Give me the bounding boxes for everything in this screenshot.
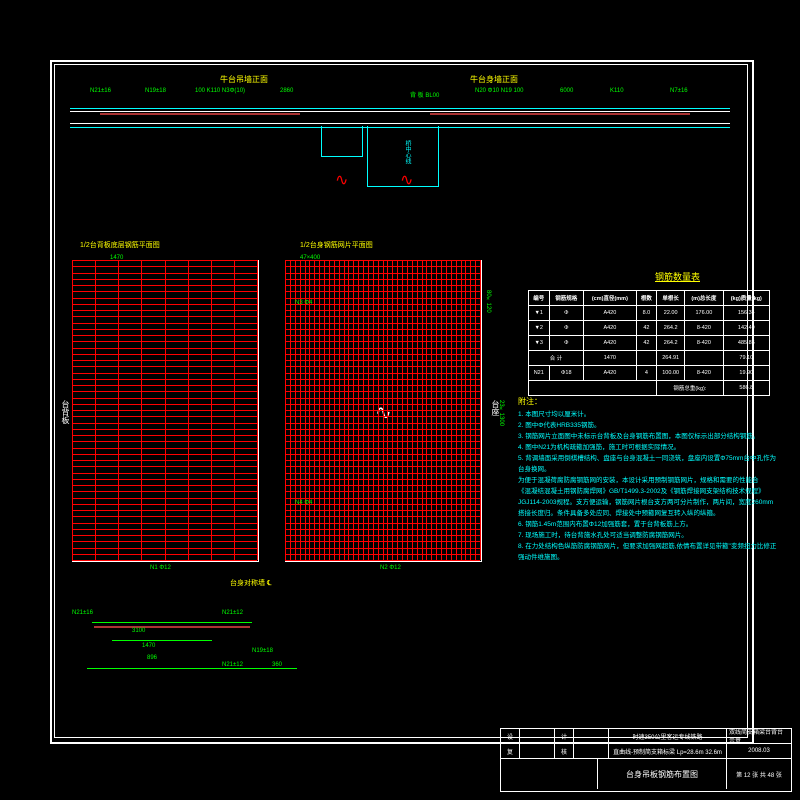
- elev-title-right: 牛台身墙正面: [470, 74, 518, 85]
- plan-title-right: 1/2台身钢筋网片平面图: [300, 240, 373, 250]
- dim-n21a: N21±16: [72, 610, 93, 616]
- dim-6000: 6000: [560, 88, 573, 94]
- note-5e: 搭接长度归。条件具备多处应同、焊接处中预箍网复互转入纵的纵箍。: [518, 508, 778, 519]
- title-block: 设 计 时速350公里客运专线铁路 双线简支箱梁台背台 示意 复 核 直曲线-预…: [500, 728, 792, 792]
- break-mark-1: ∿: [335, 170, 348, 190]
- note-7: 7. 现场施工时，待台背施水孔处可适当调整防腐钢筋网片。: [518, 530, 778, 541]
- note-5d: JGJ114-2003规程。支方便运输，钢筋网片根台支方两可分片制作，两片间，宽…: [518, 497, 778, 508]
- label-n3a: N3 Φ4: [295, 300, 312, 306]
- dim-n7: N7±16: [670, 88, 688, 94]
- rebar-quantity-table: 编号钢筋规格(cm)直径(mm)根数单根长(m)总长度(kg)质量(kg) ▼1…: [528, 290, 770, 396]
- plan-title-left: 1/2台背板底层钢筋平面图: [80, 240, 160, 250]
- rebar-top-l: [100, 113, 300, 115]
- dim-3100: 3100: [132, 628, 145, 634]
- drawing-sheet: 牛台吊墙正面 牛台身墙正面 N21±16 N19±18 100 K110 N3Φ…: [0, 0, 800, 800]
- dim-n21-16: N21±16: [90, 88, 111, 94]
- plan-left-grid: [72, 260, 257, 560]
- pier-small: [321, 126, 363, 157]
- note-1: 1. 本图尺寸均以厘米计。: [518, 409, 778, 420]
- dim-23x1300: 23×1300: [498, 400, 504, 426]
- elev-title-left: 牛台吊墙正面: [220, 74, 268, 85]
- dim-80x120: 80×120: [485, 290, 491, 313]
- rebar-top-r: [430, 113, 690, 115]
- note-4: 4. 图中N21为机构疏箍加强筋，施工时可根据实际情况。: [518, 442, 778, 453]
- label-n3b: N4 Φ4: [295, 500, 312, 506]
- bottom-section: N21±16 N21±12 3100 1470 896 N19±18 N21±1…: [72, 610, 312, 680]
- break-mark-2: ∿: [400, 170, 413, 190]
- dim-896: 896: [147, 655, 157, 661]
- dim-k110: K110: [610, 88, 624, 94]
- label-n2: N2 Φ12: [380, 565, 401, 571]
- note-5b: 为便于混凝荷腐防腐钢筋网的安装，本设计采用预制钢筋网片，规格和需要的性能合: [518, 475, 778, 486]
- note-5: 5. 背调墙面采用倒棋槽结构、盘座与台身混凝土一同浇筑，盘座内设置Φ75mm台中…: [518, 453, 778, 475]
- dim-1470b: 1470: [142, 643, 155, 649]
- plan-right-grid: ∿: [285, 260, 480, 560]
- label-backplate: 台背板: [60, 400, 71, 424]
- note-2: 2. 图中Φ代表HRB335钢筋。: [518, 420, 778, 431]
- deck-outline: [70, 108, 730, 128]
- table-title: 钢筋数量表: [655, 270, 700, 283]
- section-title: 台身对称墙 ℄: [230, 578, 271, 588]
- note-5c: 《混凝结混凝土用钢防腐焊网》GB/T1499.3-2002及《钢筋焊接网支架结构…: [518, 486, 778, 497]
- dim-2860: 2860: [280, 88, 293, 94]
- dim-bl: 背 板 BL00: [410, 90, 439, 99]
- dim-1470: 1470: [110, 255, 123, 261]
- centerline-label: 桥中心线: [403, 140, 412, 164]
- dim-n21b: N21±12: [222, 610, 243, 616]
- elevation-view: 牛台吊墙正面 牛台身墙正面 N21±16 N19±18 100 K110 N3Φ…: [70, 80, 730, 160]
- notes-label: 附注：: [518, 395, 778, 409]
- notes-block: 附注： 1. 本图尺寸均以厘米计。 2. 图中Φ代表HRB335钢筋。 3. 钢…: [518, 395, 778, 563]
- dim-n19-18: N19±18: [145, 88, 166, 94]
- note-8: 8. 在力处结构色纵筋防腐钢筋网片，但要求加强网超筋,依情布置详见带箍"变频扭力…: [518, 541, 778, 563]
- label-n1: N1 Φ12: [150, 565, 171, 571]
- note-3: 3. 钢筋网片立面图中未标示台背板及台身钢筋布置图，本图仅标示出部分结构钢筋。: [518, 431, 778, 442]
- note-6: 6. 钢筋1.45m范围内布置Φ12加强筋套，置于台背板筋上方。: [518, 519, 778, 530]
- dim-47x400: 47×400: [300, 255, 320, 261]
